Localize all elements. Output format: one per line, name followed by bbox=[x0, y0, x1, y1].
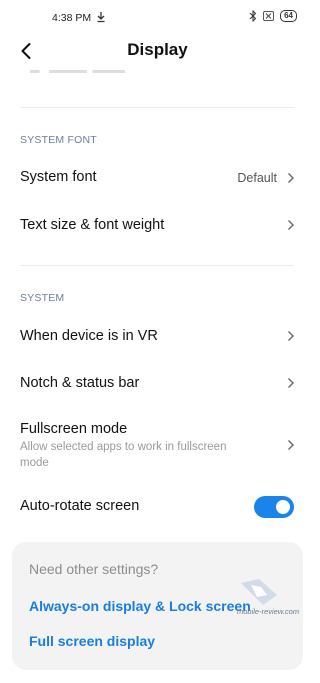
download-icon bbox=[97, 12, 105, 23]
no-sim-icon bbox=[263, 11, 275, 21]
status-icons: 64 bbox=[249, 10, 297, 22]
watermark-text: mobile-review.com bbox=[237, 607, 300, 616]
row-subtitle: Allow selected apps to work in fullscree… bbox=[20, 441, 227, 469]
row-value: Default bbox=[237, 171, 277, 185]
row-label: Text size & font weight bbox=[20, 217, 165, 233]
text-size-font-weight-row[interactable]: Text size & font weight bbox=[0, 201, 315, 247]
always-on-display-link[interactable]: Always-on display & Lock screen bbox=[29, 598, 251, 614]
row-label: Auto-rotate screen bbox=[20, 498, 140, 514]
row-label: Fullscreen mode bbox=[20, 421, 128, 437]
notch-status-bar-row[interactable]: Notch & status bar bbox=[0, 360, 315, 406]
chevron-right-icon bbox=[288, 440, 294, 450]
vr-row[interactable]: When device is in VR bbox=[0, 314, 315, 360]
chevron-right-icon bbox=[288, 331, 294, 341]
row-label: Notch & status bar bbox=[20, 375, 140, 391]
row-label: System font bbox=[20, 169, 97, 185]
status-bar: 4:38 PM 64 bbox=[0, 0, 315, 36]
section-title-system-font: SYSTEM FONT bbox=[20, 134, 97, 146]
toggle-knob bbox=[276, 500, 290, 514]
divider bbox=[20, 265, 294, 266]
chevron-right-icon bbox=[288, 173, 294, 183]
header: Display bbox=[0, 36, 315, 66]
auto-rotate-toggle[interactable] bbox=[254, 496, 294, 518]
page-title: Display bbox=[127, 40, 188, 59]
card-title: Need other settings? bbox=[29, 561, 159, 577]
battery-icon: 64 bbox=[280, 10, 297, 22]
scrolled-text-fragment bbox=[30, 68, 125, 74]
fullscreen-mode-row[interactable]: Fullscreen mode Allow selected apps to w… bbox=[0, 412, 315, 478]
chevron-right-icon bbox=[288, 220, 294, 230]
divider bbox=[20, 107, 294, 108]
row-label: When device is in VR bbox=[20, 328, 158, 344]
bluetooth-icon bbox=[249, 10, 257, 22]
full-screen-display-link[interactable]: Full screen display bbox=[29, 633, 155, 649]
system-font-row[interactable]: System font Default bbox=[0, 155, 315, 201]
status-time: 4:38 PM bbox=[52, 12, 92, 24]
section-title-system: SYSTEM bbox=[20, 292, 65, 304]
chevron-right-icon bbox=[288, 378, 294, 388]
auto-rotate-row: Auto-rotate screen bbox=[0, 484, 315, 530]
